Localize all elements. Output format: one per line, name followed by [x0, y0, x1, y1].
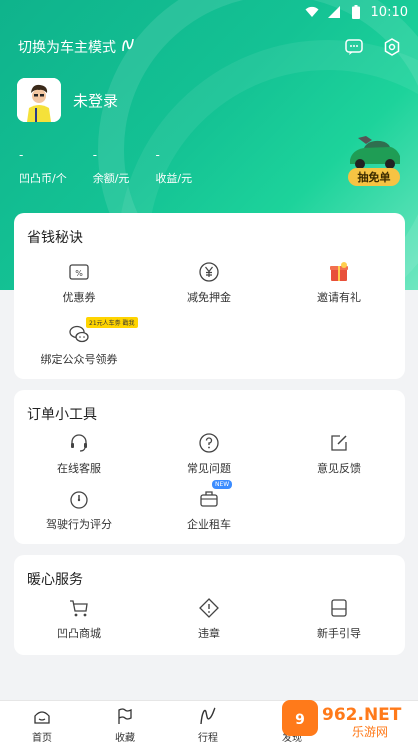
enterprise-rental-button[interactable]: NEW 企业租车: [144, 480, 274, 532]
tab-favorites[interactable]: 收藏: [95, 707, 155, 744]
customer-service-label: 在线客服: [57, 462, 101, 475]
tab-home[interactable]: 首页: [12, 707, 72, 744]
stat-label: 凹凸币/个: [19, 172, 67, 185]
driving-score-button[interactable]: 驾驶行为评分: [14, 488, 144, 532]
profile-row[interactable]: 未登录: [17, 78, 118, 122]
watermark-logo: 9 962.NET 乐游网: [282, 700, 402, 739]
stat-label: 收益/元: [155, 172, 193, 185]
stat-balance[interactable]: - 余额/元: [93, 148, 130, 186]
bind-wechat-label: 绑定公众号领券: [40, 353, 118, 366]
coupon-icon: %: [68, 261, 90, 283]
warning-icon: [198, 597, 220, 619]
new-badge: NEW: [212, 480, 233, 489]
watermark-text: 962.NET: [322, 705, 402, 725]
violations-button[interactable]: 违章: [144, 597, 274, 641]
home-icon: [33, 707, 51, 725]
svg-text:9: 9: [295, 712, 305, 728]
feedback-button[interactable]: 意见反馈: [274, 432, 404, 476]
section-title: 订单小工具: [27, 407, 97, 423]
stat-label: 余额/元: [92, 172, 130, 185]
stat-coins[interactable]: - 凹凸币/个: [19, 148, 67, 186]
mall-label: 凹凸商城: [57, 627, 101, 640]
top-bar: 切换为车主模式: [18, 36, 402, 58]
wifi-icon: [305, 5, 319, 19]
free-ride-badge[interactable]: 抽免单: [344, 134, 404, 186]
headset-icon: [68, 432, 90, 454]
coupon-label: 优惠券: [62, 291, 96, 304]
avatar[interactable]: [17, 78, 61, 122]
mall-button[interactable]: 凹凸商城: [14, 597, 144, 641]
svg-text:%: %: [75, 269, 83, 278]
login-status[interactable]: 未登录: [73, 90, 118, 111]
enterprise-rental-label: 企业租车: [187, 518, 231, 531]
mode-switch-label: 切换为车主模式: [18, 40, 116, 56]
deposit-waiver-label: 减免押金: [187, 291, 231, 304]
driving-score-label: 驾驶行为评分: [46, 518, 112, 531]
section-title: 省钱秘诀: [27, 230, 83, 246]
tab-label: 收藏: [115, 733, 135, 744]
stat-earnings[interactable]: - 收益/元: [155, 148, 192, 186]
stat-value: -: [155, 148, 160, 162]
battery-icon: [349, 5, 363, 19]
wechat-icon: 21元人车劵 戳我: [68, 317, 138, 345]
promo-tag: 21元人车劵 戳我: [86, 317, 138, 328]
tab-label: 首页: [32, 733, 52, 744]
bind-wechat-button[interactable]: 21元人车劵 戳我 绑定公众号领券: [14, 317, 144, 367]
tab-label: 行程: [198, 733, 218, 744]
site-watermark: 9 962.NET 乐游网: [282, 696, 416, 740]
coupon-button[interactable]: % 优惠券: [14, 261, 144, 305]
flag-icon: [116, 707, 134, 725]
violations-label: 违章: [198, 627, 220, 640]
savings-card: 省钱秘诀 % 优惠券 减免押金 邀请有礼 21元人车劵 戳我 绑定公众号领券: [14, 213, 405, 379]
feedback-label: 意见反馈: [317, 462, 361, 475]
cart-icon: [68, 597, 90, 619]
beginner-guide-button[interactable]: 新手引导: [274, 597, 404, 641]
beginner-guide-label: 新手引导: [317, 627, 361, 640]
guide-icon: [328, 597, 350, 619]
signal-icon: [327, 5, 341, 19]
switch-icon: [121, 38, 135, 56]
status-time: 10:10: [370, 4, 408, 20]
edit-icon: [328, 432, 350, 454]
mode-switch-button[interactable]: 切换为车主模式: [18, 37, 135, 57]
deposit-waiver-button[interactable]: 减免押金: [144, 261, 274, 305]
yen-icon: [198, 261, 220, 283]
customer-service-button[interactable]: 在线客服: [14, 432, 144, 476]
faq-label: 常见问题: [187, 462, 231, 475]
invite-reward-label: 邀请有礼: [317, 291, 361, 304]
briefcase-icon: NEW: [198, 480, 233, 510]
faq-button[interactable]: 常见问题: [144, 432, 274, 476]
services-card: 暖心服务 凹凸商城 违章 新手引导: [14, 555, 405, 655]
invite-reward-button[interactable]: 邀请有礼: [274, 261, 404, 305]
order-tools-card: 订单小工具 在线客服 常见问题 意见反馈 驾驶行为评分 NEW 企业租车: [14, 390, 405, 544]
stat-value: -: [92, 148, 98, 162]
message-icon[interactable]: [344, 37, 364, 57]
question-icon: [198, 432, 220, 454]
settings-icon[interactable]: [382, 37, 402, 57]
gauge-icon: [68, 488, 90, 510]
watermark-subtext: 乐游网: [352, 725, 388, 739]
section-title: 暖心服务: [27, 572, 83, 588]
status-bar: 10:10: [0, 0, 418, 24]
tab-trips[interactable]: 行程: [178, 707, 238, 744]
gift-icon: [328, 261, 350, 283]
free-ride-label: 抽免单: [348, 168, 400, 186]
route-icon: [199, 707, 217, 725]
account-stats: - 凹凸币/个 - 余额/元 - 收益/元: [19, 148, 192, 186]
stat-value: -: [19, 148, 24, 162]
